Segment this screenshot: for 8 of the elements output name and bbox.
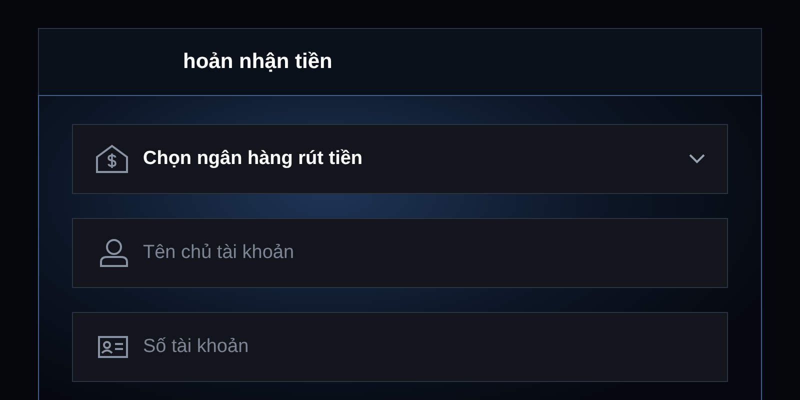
chevron-down-icon xyxy=(689,154,705,164)
id-card-icon xyxy=(98,336,128,358)
bank-icon xyxy=(95,144,129,174)
text-field[interactable]: Số tài khoản xyxy=(72,312,728,382)
person-icon xyxy=(98,238,130,268)
bank-select[interactable]: Chọn ngân hàng rút tiền xyxy=(72,124,728,194)
panel-title: hoản nhận tiền xyxy=(183,49,332,76)
text-field[interactable]: Tên chủ tài khoản xyxy=(72,218,728,288)
